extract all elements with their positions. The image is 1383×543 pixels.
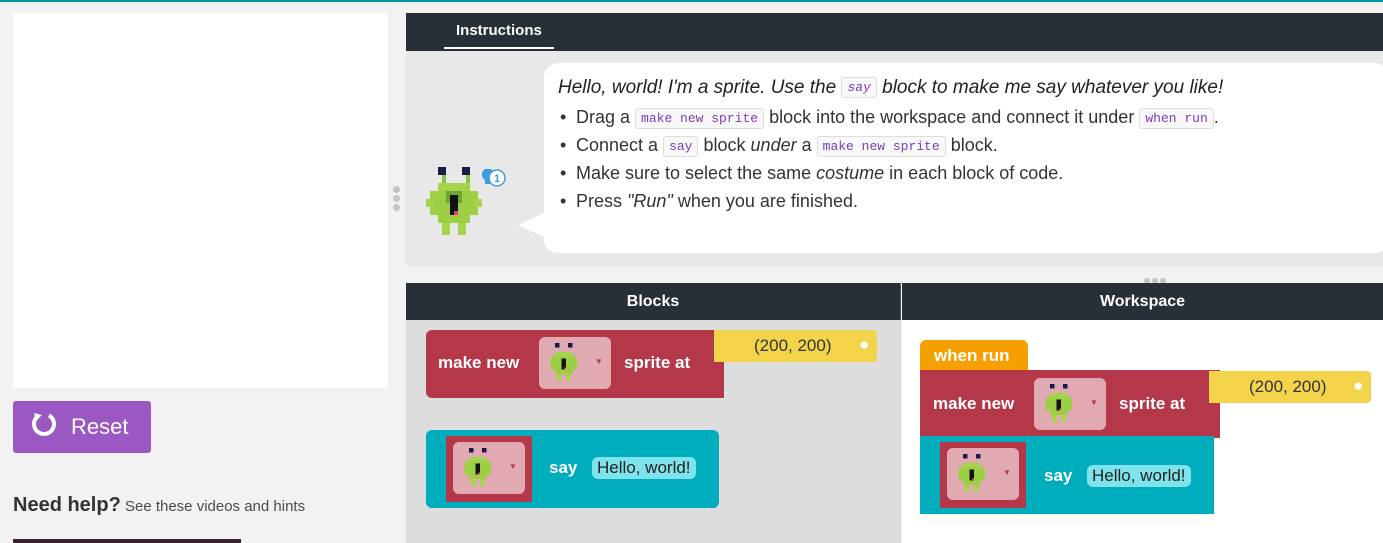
code-say: say <box>841 77 877 99</box>
toolbox-area: make new ▼ sprite at (200, 200) ● ▼ say … <box>406 320 901 543</box>
instruction-item-4: Press "Run" when you are finished. <box>558 191 1383 212</box>
costume-dropdown[interactable]: ▼ <box>539 337 611 389</box>
say-value[interactable]: Hello, world! <box>592 457 696 479</box>
make-new-sprite-block[interactable]: make new ▼ sprite at <box>426 330 724 398</box>
sprite-costume-icon <box>464 448 492 486</box>
instruction-item-2: Connect a say block under a make new spr… <box>558 135 1383 157</box>
position-value: (200, 200) <box>754 336 832 355</box>
position-value: (200, 200) <box>1249 377 1327 396</box>
dropdown-arrow-icon: ▼ <box>1090 398 1098 407</box>
ws-say-costume-dropdown[interactable]: ▼ <box>947 448 1019 500</box>
tab-instructions[interactable]: Instructions <box>444 13 554 49</box>
dropdown-arrow-icon: ▼ <box>1003 468 1011 477</box>
location-pin-icon: ● <box>1353 376 1364 395</box>
ws-say-block[interactable]: ▼ say Hello, world! <box>920 436 1214 514</box>
sprite-at-label: sprite at <box>1119 394 1186 413</box>
say-value[interactable]: Hello, world! <box>1087 465 1191 487</box>
instruction-list: Drag a make new sprite block into the wo… <box>558 107 1383 212</box>
reset-icon <box>29 409 59 445</box>
speech-bubble: Hello, world! I'm a sprite. Use the say … <box>544 63 1383 253</box>
sprite-costume-icon <box>958 454 986 492</box>
sprite-costume-icon <box>550 343 578 381</box>
ws-costume-dropdown[interactable]: ▼ <box>1034 378 1106 430</box>
dropdown-arrow-icon: ▼ <box>595 357 603 366</box>
ws-position-block[interactable]: (200, 200) ● <box>1209 371 1371 403</box>
instruction-intro: Hello, world! I'm a sprite. Use the say … <box>558 77 1224 99</box>
hint-lightbulb-icon[interactable]: 1 <box>478 168 508 202</box>
workspace-area[interactable]: when run make new ▼ sprite at (200, 200)… <box>902 320 1383 543</box>
hint-count-badge: 1 <box>494 173 500 185</box>
position-block[interactable]: (200, 200) ● <box>714 330 877 362</box>
make-new-label: make new <box>933 394 1015 413</box>
sprite-at-label: sprite at <box>624 353 691 372</box>
instruction-item-1: Drag a make new sprite block into the wo… <box>558 107 1383 129</box>
when-run-block[interactable]: when run <box>920 340 1028 372</box>
column-resize-handle[interactable] <box>393 186 401 213</box>
instructions-panel: 1 Hello, world! I'm a sprite. Use the sa… <box>406 51 1383 266</box>
help-bold: Need help? <box>13 494 121 516</box>
say-label: say <box>549 458 578 477</box>
workspace-header: Workspace <box>902 283 1383 320</box>
location-pin-icon: ● <box>859 335 870 354</box>
visualization-area[interactable] <box>13 13 388 388</box>
help-heading: Need help? See these videos and hints <box>13 494 305 517</box>
blocks-header: Blocks <box>406 283 901 320</box>
sprite-costume-icon <box>1045 384 1073 422</box>
top-accent-line <box>0 0 1383 2</box>
say-block[interactable]: ▼ say Hello, world! <box>426 430 719 508</box>
when-run-label: when run <box>934 346 1010 365</box>
dropdown-arrow-icon: ▼ <box>509 462 517 471</box>
reset-button[interactable]: Reset <box>13 401 151 453</box>
say-label: say <box>1044 466 1073 485</box>
say-costume-dropdown[interactable]: ▼ <box>453 442 525 494</box>
reset-label: Reset <box>71 414 129 439</box>
make-new-label: make new <box>438 353 520 372</box>
instruction-item-3: Make sure to select the same costume in … <box>558 163 1383 184</box>
ws-make-new-sprite-block[interactable]: make new ▼ sprite at <box>920 370 1220 438</box>
help-text: See these videos and hints <box>124 498 306 515</box>
video-thumbnail[interactable] <box>13 539 241 543</box>
instructions-header: Instructions <box>406 13 1383 51</box>
